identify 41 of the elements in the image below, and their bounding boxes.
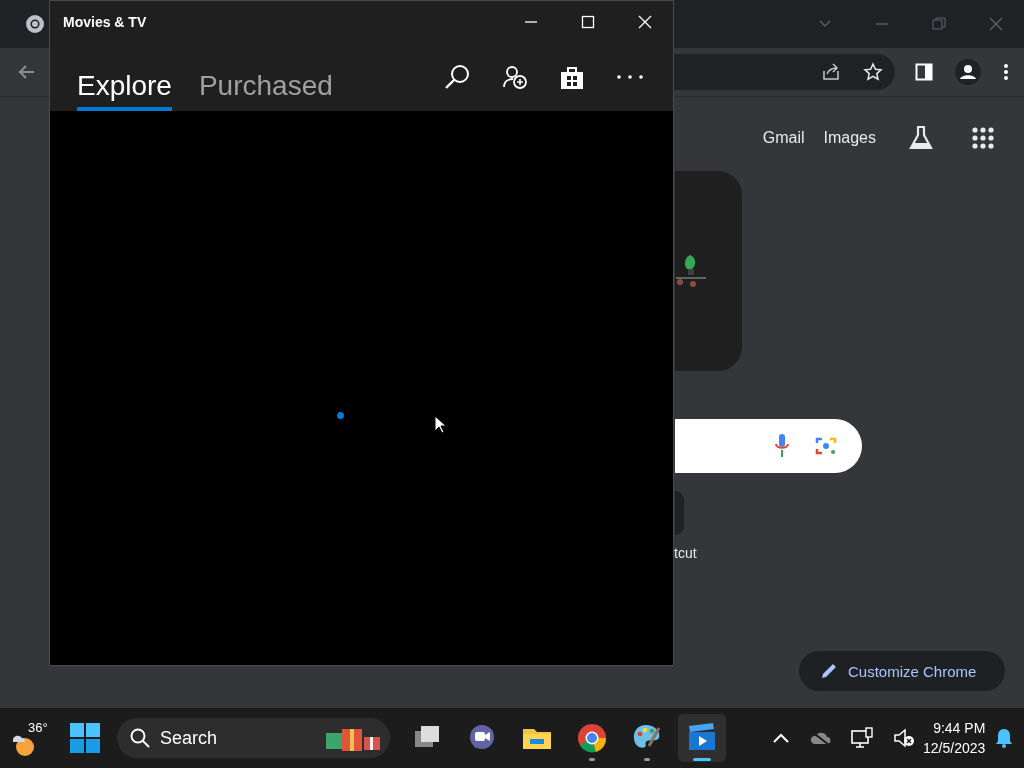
share-icon[interactable] (821, 62, 841, 82)
shortcut-tile[interactable] (675, 491, 684, 535)
mouse-cursor-icon (434, 415, 446, 434)
date: 12/5/2023 (923, 739, 986, 758)
search-icon[interactable] (444, 64, 470, 90)
pencil-icon (820, 662, 838, 680)
star-icon[interactable] (863, 62, 883, 82)
customize-button[interactable]: Customize Chrome (799, 651, 1005, 691)
header-link[interactable]: Images (823, 129, 876, 147)
windows-start-icon[interactable] (70, 723, 100, 753)
search-icon (130, 728, 150, 748)
network-icon[interactable] (851, 727, 873, 749)
menu-icon[interactable] (1003, 63, 1009, 81)
browser-logo-icon (25, 14, 45, 34)
header-link[interactable]: Gmail (762, 129, 805, 147)
search-bar[interactable] (675, 419, 862, 473)
shortcut-label: tcut (674, 545, 698, 561)
search-input[interactable]: Search (158, 726, 316, 750)
side-panel-icon[interactable] (915, 63, 933, 81)
caret-up-icon[interactable] (773, 733, 789, 743)
temperature: 36° (28, 720, 48, 735)
microphone-icon[interactable] (774, 433, 790, 459)
tab[interactable]: Explore (77, 43, 172, 111)
search-field[interactable]: Search (117, 718, 390, 758)
volume-muted-icon[interactable] (893, 728, 915, 748)
window-title: Movies & TV (63, 14, 148, 30)
time: 9:44 PM (933, 719, 986, 738)
flask-icon[interactable] (907, 124, 935, 152)
store-icon[interactable] (560, 64, 584, 90)
tab[interactable]: Purchased (198, 43, 333, 111)
profile-icon[interactable] (955, 59, 981, 85)
loading-dot (337, 412, 344, 419)
bell-icon[interactable] (995, 728, 1014, 748)
browser-logo-icon (576, 722, 608, 754)
person-add-icon[interactable] (503, 65, 527, 89)
clock[interactable]: 9:44 PM 12/5/2023 (923, 718, 986, 758)
apps-grid-icon[interactable] (972, 127, 994, 149)
more-icon[interactable] (617, 75, 643, 79)
taskbar-app[interactable] (678, 714, 726, 762)
cloud-off-icon[interactable] (809, 730, 831, 746)
maximize-icon[interactable] (580, 15, 595, 29)
